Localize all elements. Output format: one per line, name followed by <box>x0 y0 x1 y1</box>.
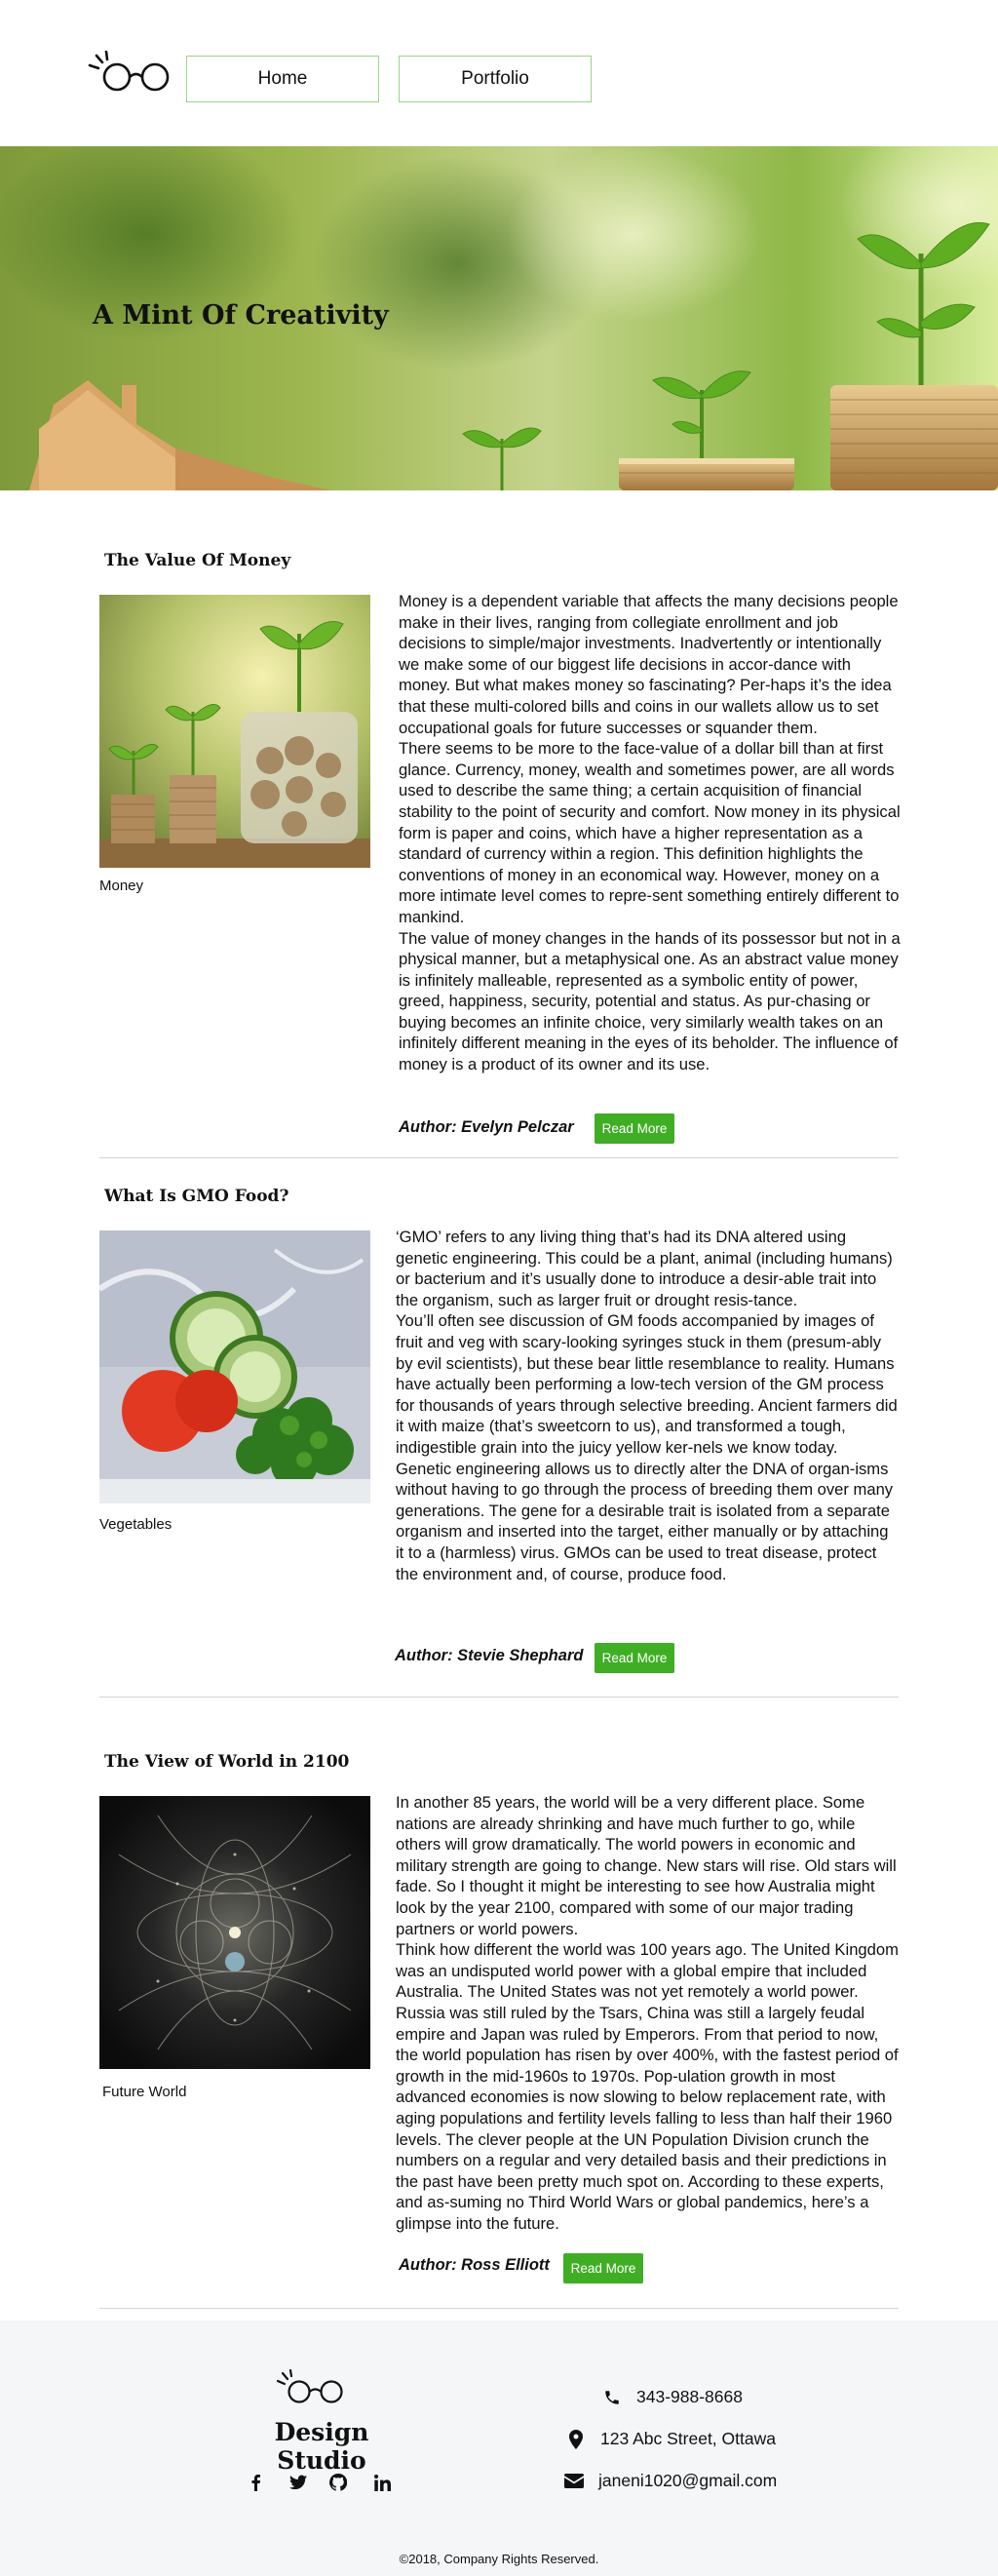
facebook-icon[interactable] <box>245 2472 266 2493</box>
divider <box>99 1157 899 1158</box>
article-title: The View of World in 2100 <box>104 1752 350 1772</box>
nav-portfolio-button[interactable]: Portfolio <box>399 56 592 102</box>
vegetables-image <box>99 1230 370 1503</box>
image-caption: Money <box>99 878 144 894</box>
money-image <box>99 595 370 868</box>
email-contact: janeni1020@gmail.com <box>563 2471 777 2491</box>
article-body: ‘GMO’ refers to any living thing that’s … <box>396 1227 901 1584</box>
paragraph: Genetic engineering allows us to directl… <box>396 1459 894 1583</box>
copyright-text: ©2018, Company Rights Reserved. <box>399 2552 599 2566</box>
article-body: Money is a dependent variable that affec… <box>399 591 903 1075</box>
paragraph: In another 85 years, the world will be a… <box>396 1793 897 1938</box>
paragraph: Money is a dependent variable that affec… <box>399 592 899 737</box>
nav-home-button[interactable]: Home <box>186 56 379 102</box>
article-author: Author: Stevie Shephard <box>395 1647 584 1664</box>
article-author: Author: Ross Elliott <box>399 2256 550 2274</box>
phone-number[interactable]: 343-988-8668 <box>636 2387 743 2407</box>
paragraph: ‘GMO’ refers to any living thing that’s … <box>396 1228 893 1309</box>
paragraph: There seems to be more to the face-value… <box>399 739 901 926</box>
hero-title: A Mint Of Creativity <box>93 300 389 331</box>
linkedin-icon[interactable] <box>371 2472 393 2493</box>
article-gmo-food: What Is GMO Food? Vegetables ‘GMO’ refer… <box>97 1187 899 1694</box>
divider <box>99 1697 899 1698</box>
glasses-logo-icon <box>276 2369 343 2403</box>
image-caption: Future World <box>102 2084 187 2100</box>
article-value-of-money: The Value Of Money Money Money is a depe… <box>97 551 901 1155</box>
article-title: What Is GMO Food? <box>104 1187 289 1206</box>
paragraph: You’ll often see discussion of GM foods … <box>396 1311 898 1457</box>
read-more-button[interactable]: Read More <box>595 1643 674 1673</box>
site-footer: Design Studio 343-988-8668 123 Abc Stree… <box>0 2321 998 2576</box>
email-address[interactable]: janeni1020@gmail.com <box>598 2471 777 2491</box>
article-title: The Value Of Money <box>104 551 291 570</box>
divider <box>99 2308 899 2309</box>
footer-brand-name: Design Studio <box>274 2418 369 2475</box>
article-body: In another 85 years, the world will be a… <box>396 1792 901 2234</box>
phone-icon <box>601 2388 623 2407</box>
site-header: Home Portfolio <box>0 0 998 146</box>
address-contact: 123 Abc Street, Ottawa <box>565 2429 776 2449</box>
paragraph: The value of money changes in the hands … <box>399 928 901 1074</box>
map-marker-icon <box>565 2429 587 2449</box>
glasses-logo-icon[interactable] <box>88 51 175 98</box>
hero-banner: A Mint Of Creativity <box>0 146 998 490</box>
read-more-button[interactable]: Read More <box>563 2253 643 2283</box>
paragraph: Think how different the world was 100 ye… <box>396 1940 899 2233</box>
phone-contact: 343-988-8668 <box>601 2387 743 2407</box>
address-text: 123 Abc Street, Ottawa <box>600 2429 776 2448</box>
twitter-icon[interactable] <box>288 2472 309 2493</box>
image-caption: Vegetables <box>99 1516 173 1533</box>
read-more-button[interactable]: Read More <box>595 1113 674 1144</box>
article-author: Author: Evelyn Pelczar <box>399 1118 574 1136</box>
future-world-image <box>99 1796 370 2069</box>
github-icon[interactable] <box>327 2472 349 2493</box>
article-world-2100: The View of World in 2100 Future World I… <box>97 1752 899 2298</box>
envelope-icon <box>563 2472 585 2491</box>
